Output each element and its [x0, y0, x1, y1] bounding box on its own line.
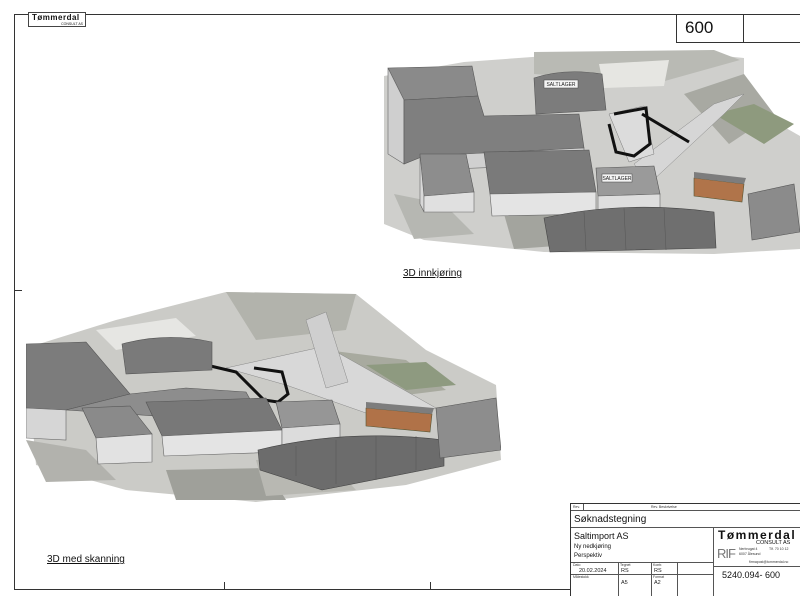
tb-line — [677, 562, 678, 596]
company-address-2: 6007 Ålesund — [739, 552, 761, 556]
render-3d-med-skanning — [26, 292, 501, 502]
scale-value: A5 — [621, 580, 628, 586]
client-name: Saltimport AS — [574, 531, 629, 541]
logo-sub: CONSULT AS — [61, 22, 83, 26]
tb-line — [713, 566, 800, 567]
project-name: Ny nedkjøring — [574, 544, 612, 550]
company-phone: Tlf. 70 10 12 — [769, 547, 789, 551]
format-label: Format — [653, 575, 665, 579]
sheet-number: 600 — [685, 18, 714, 37]
drawing-sheet: Tømmerdal CONSULT AS 600 SALTLAGER SALTL… — [0, 0, 800, 600]
sheet-number-divider — [743, 14, 744, 42]
frame-left-tick — [14, 290, 22, 291]
view-name: Perspektiv — [574, 553, 603, 559]
title-block: Rev. Rev. Beskrivelse Søknadstegning Sal… — [570, 503, 800, 596]
date-label: Dato — [573, 563, 581, 567]
date-value: 20.02.2024 — [579, 568, 607, 574]
frame-bottom-tick-1 — [224, 582, 225, 590]
drawn-label: Tegnet — [620, 563, 631, 567]
rev-header-label: Rev. — [573, 505, 580, 509]
document-title: Søknadstegning — [574, 514, 647, 525]
frame-left-line — [14, 14, 15, 590]
caption-3d-med-skanning: 3D med skanning — [47, 554, 125, 565]
sheet-number-box: 600 — [676, 14, 800, 43]
rif-logo: RIF — [717, 546, 736, 561]
tb-line — [713, 527, 714, 596]
tb-line — [571, 574, 713, 575]
drawing-number: 5240.094- 600 — [722, 570, 781, 580]
tb-line — [618, 562, 619, 596]
tb-line — [651, 562, 652, 596]
company-logo-top: Tømmerdal CONSULT AS — [28, 12, 86, 27]
drawn-by-value: RS — [621, 568, 629, 574]
company-email: firmapost@tommerdal.no — [749, 560, 789, 564]
logo-name: Tømmerdal — [32, 13, 80, 22]
format-value: A2 — [654, 580, 661, 586]
render-3d-innkjoring: SALTLAGER SALTLAGER — [384, 50, 800, 254]
frame-bottom-tick-2 — [430, 582, 431, 590]
rev-desc-header-label: Rev. Beskrivelse — [651, 505, 677, 509]
tb-line — [583, 504, 584, 510]
tb-line — [571, 510, 800, 511]
tb-line — [571, 562, 713, 563]
company-consult: CONSULT AS — [756, 540, 791, 546]
render1-label-1: SALTLAGER — [546, 82, 575, 88]
company-address-1: Nerbrugat 4 — [739, 547, 758, 551]
checked-by-value: RS — [654, 568, 662, 574]
render1-label-2: SALTLAGER — [602, 176, 631, 182]
checked-label: Kontr. — [653, 563, 663, 567]
caption-3d-innkjoring: 3D innkjøring — [403, 268, 462, 279]
scale-label: Målestokk — [573, 575, 589, 579]
